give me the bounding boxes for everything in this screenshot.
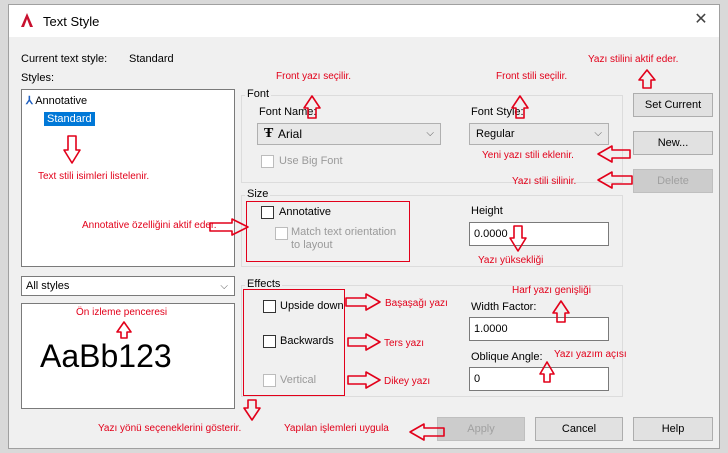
arrow-left-delete xyxy=(597,171,633,189)
arrow-up-font-style xyxy=(511,95,529,119)
annotation-arrows xyxy=(63,69,656,441)
arrow-down-direction xyxy=(243,399,261,421)
arrow-right-backwards xyxy=(347,333,381,351)
arrow-down-height xyxy=(509,225,527,252)
arrow-left-apply xyxy=(409,423,445,441)
arrow-up-width-factor xyxy=(552,300,570,323)
arrow-left-new xyxy=(597,145,631,163)
arrow-down-styles-list xyxy=(63,135,81,164)
arrow-up-oblique xyxy=(539,361,555,383)
arrow-up-set-current xyxy=(638,69,656,89)
arrow-right-annotative xyxy=(209,218,249,236)
arrow-right-vertical xyxy=(347,371,381,389)
arrow-up-preview xyxy=(116,321,132,339)
arrow-right-upside-down xyxy=(345,293,381,311)
arrow-up-font-name xyxy=(303,95,321,119)
